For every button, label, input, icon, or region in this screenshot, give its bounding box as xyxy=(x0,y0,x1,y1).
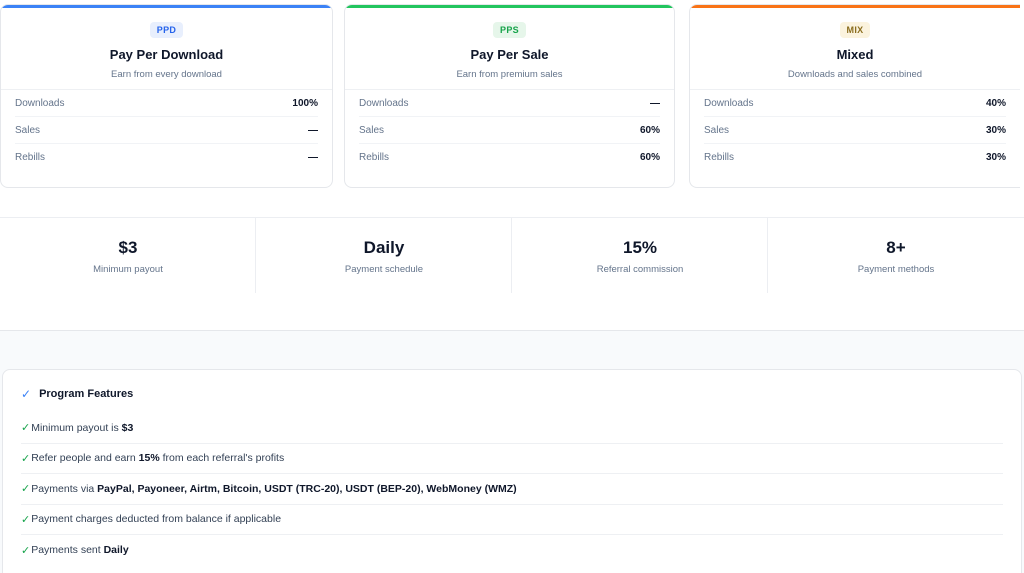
feature-text: Payments sent Daily xyxy=(31,544,128,556)
checkmark-icon: ✓ xyxy=(21,513,31,526)
plan-subtitle: Earn from premium sales xyxy=(456,69,563,80)
stat-caption: Payment schedule xyxy=(344,264,424,275)
card-header: MIX Mixed Downloads and sales combined xyxy=(690,5,1020,90)
rate-value: — xyxy=(308,124,318,136)
stat-minimum-payout: $3 Minimum payout xyxy=(0,218,256,293)
rate-value: 30% xyxy=(985,152,1006,163)
checkmark-icon: ✓ xyxy=(21,544,31,557)
plan-subtitle: Downloads and sales combined xyxy=(787,69,923,80)
rate-row-sales: Sales 60% xyxy=(359,117,660,144)
plan-title: Pay Per Sale xyxy=(470,47,549,62)
stat-caption: Payment methods xyxy=(857,264,935,275)
rate-row-rebills: Rebills — xyxy=(15,144,318,171)
features-header: ✓ Program Features xyxy=(21,370,1003,418)
plan-subtitle: Earn from every download xyxy=(111,69,222,80)
plan-cards: PPD Pay Per Download Earn from every dow… xyxy=(0,4,1024,190)
rate-value: 60% xyxy=(639,152,660,163)
rate-row-downloads: Downloads 100% xyxy=(15,90,318,117)
feature-text-pre: Payment charges deducted from balance if… xyxy=(31,513,282,526)
rate-label: Rebills xyxy=(704,152,735,163)
plan-card-pps: PPS Pay Per Sale Earn from premium sales… xyxy=(344,4,675,188)
stat-payment-schedule: Daily Payment schedule xyxy=(256,218,512,293)
feature-item: ✓ Payments sent Daily xyxy=(21,535,1003,566)
card-header: PPS Pay Per Sale Earn from premium sales xyxy=(345,5,674,90)
rate-value: — xyxy=(308,152,318,163)
feature-text-bold: PayPal, Payoneer, Airtm, Bitcoin, USDT (… xyxy=(97,482,517,495)
feature-text-bold: 15% xyxy=(138,452,160,465)
rate-label: Sales xyxy=(704,124,730,136)
rate-value: — xyxy=(650,97,660,109)
feature-text-pre: Minimum payout is xyxy=(31,421,122,434)
checkmark-icon: ✓ xyxy=(21,483,31,496)
rate-value: 100% xyxy=(292,97,318,109)
plan-card-mix: MIX Mixed Downloads and sales combined D… xyxy=(689,4,1020,188)
feature-text: Refer people and earn 15% from each refe… xyxy=(31,452,284,464)
feature-item: ✓ Payment charges deducted from balance … xyxy=(21,505,1003,535)
features-title: Program Features xyxy=(39,388,134,400)
feature-item: ✓ Minimum payout is $3 xyxy=(21,413,1003,444)
feature-text-pre: Refer people and earn xyxy=(31,452,139,465)
rate-label: Sales xyxy=(15,124,41,136)
checkmark-icon: ✓ xyxy=(21,422,31,435)
feature-text: Minimum payout is $3 xyxy=(31,422,133,434)
feature-text-pre: Payments sent xyxy=(31,544,104,557)
plan-badge: PPS xyxy=(493,22,526,38)
rate-row-downloads: Downloads 40% xyxy=(704,90,1006,117)
stat-caption: Referral commission xyxy=(596,264,684,275)
rate-row-downloads: Downloads — xyxy=(359,90,660,117)
features-list: ✓ Minimum payout is $3 ✓ Refer people an… xyxy=(21,413,1003,566)
rate-row-rebills: Rebills 60% xyxy=(359,144,660,171)
stat-value: $3 xyxy=(118,238,138,257)
plan-rates: Downloads 40% Sales 30% Rebills 30% xyxy=(690,90,1020,171)
rate-label: Downloads xyxy=(359,97,409,109)
stat-value: 15% xyxy=(622,238,658,257)
rate-row-sales: Sales — xyxy=(15,117,318,144)
plan-badge: PPD xyxy=(149,22,184,38)
feature-item: ✓ Payments via PayPal, Payoneer, Airtm, … xyxy=(21,474,1003,505)
plan-title: Pay Per Download xyxy=(109,47,224,62)
rate-label: Rebills xyxy=(15,152,46,163)
rate-label: Downloads xyxy=(704,97,754,109)
rate-row-sales: Sales 30% xyxy=(704,117,1006,144)
rate-value: 40% xyxy=(985,97,1006,109)
feature-text: Payment charges deducted from balance if… xyxy=(31,513,281,525)
rate-label: Rebills xyxy=(359,152,390,163)
feature-text-bold: Daily xyxy=(103,544,129,557)
feature-text-bold: $3 xyxy=(121,421,134,434)
stat-referral-commission: 15% Referral commission xyxy=(512,218,768,293)
feature-text-pre: Payments via xyxy=(31,482,98,495)
plan-rates: Downloads 100% Sales — Rebills — xyxy=(1,90,332,171)
feature-item: ✓ Refer people and earn 15% from each re… xyxy=(21,444,1003,474)
rate-row-rebills: Rebills 30% xyxy=(704,144,1006,171)
card-header: PPD Pay Per Download Earn from every dow… xyxy=(1,5,332,90)
stat-value: Daily xyxy=(363,238,405,257)
stat-payment-methods: 8+ Payment methods xyxy=(768,218,1024,293)
feature-text-post: from each referral's profits xyxy=(159,452,285,465)
rate-label: Downloads xyxy=(15,97,65,109)
rate-value: 60% xyxy=(639,124,660,136)
checkmark-icon: ✓ xyxy=(21,452,31,465)
stats-strip: $3 Minimum payout Daily Payment schedule… xyxy=(0,217,1024,331)
feature-text: Payments via PayPal, Payoneer, Airtm, Bi… xyxy=(31,483,516,495)
rate-value: 30% xyxy=(985,124,1006,136)
plan-title: Mixed xyxy=(836,47,874,62)
plan-card-ppd: PPD Pay Per Download Earn from every dow… xyxy=(0,4,333,188)
stat-caption: Minimum payout xyxy=(93,264,163,275)
stat-value: 8+ xyxy=(886,238,906,257)
plan-rates: Downloads — Sales 60% Rebills 60% xyxy=(345,90,674,171)
rate-label: Sales xyxy=(359,124,385,136)
plan-badge: MIX xyxy=(839,22,871,38)
program-features-panel: ✓ Program Features ✓ Minimum payout is $… xyxy=(2,369,1022,573)
check-icon: ✓ xyxy=(21,387,32,401)
